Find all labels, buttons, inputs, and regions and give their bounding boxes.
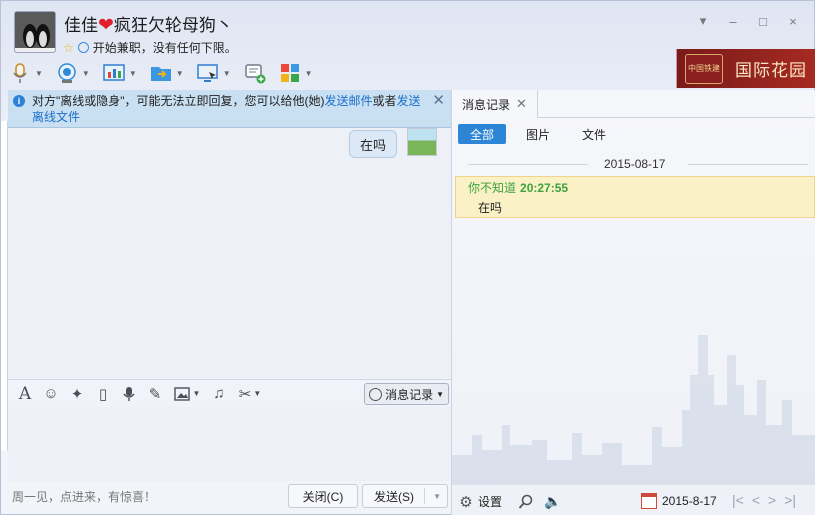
- settings-label[interactable]: 设置: [478, 493, 502, 510]
- emoji-icon[interactable]: ☺: [42, 385, 60, 403]
- calendar-icon[interactable]: [641, 493, 657, 509]
- signature-icon[interactable]: [77, 42, 89, 53]
- star-icon: ☆: [63, 40, 74, 55]
- gear-icon[interactable]: ⚙: [458, 494, 474, 511]
- remote-presentation-button[interactable]: ▼: [103, 62, 137, 84]
- self-avatar[interactable]: [407, 128, 437, 156]
- bottom-tip[interactable]: 周一见，点进来，有惊喜！: [12, 488, 156, 505]
- image-icon[interactable]: ▼: [172, 385, 202, 403]
- history-time: 20:27:55: [520, 181, 569, 195]
- prev-page-icon[interactable]: <: [752, 492, 760, 508]
- current-date[interactable]: 2015-8-17: [662, 494, 717, 508]
- menu-dropdown-button[interactable]: ▾: [688, 11, 718, 31]
- signature-text: 开始兼职，没有任何下限。: [92, 41, 237, 55]
- send-file-button[interactable]: ▼: [150, 62, 184, 84]
- send-email-link[interactable]: 发送邮件: [325, 94, 373, 108]
- message-list[interactable]: 在吗: [8, 128, 451, 378]
- tab-message-history[interactable]: 消息记录 ✕: [452, 90, 538, 118]
- apps-grid-icon: [280, 64, 299, 82]
- history-pager: |< < > >|: [732, 492, 796, 508]
- remote-desktop-button[interactable]: ▼: [196, 62, 231, 84]
- ad-logo: 中国铁建: [685, 53, 723, 84]
- history-filters: 全部 图片 文件: [458, 124, 626, 144]
- magic-wand-icon[interactable]: ✦: [68, 385, 86, 403]
- microphone-icon: [13, 63, 27, 83]
- date-separator: 2015-08-17: [460, 156, 808, 172]
- input-toolbar: A ☺ ✦ ▯ ✎ ▼ ♫ ✂ ▼ 消息记录 ▼: [8, 379, 451, 407]
- last-page-icon[interactable]: >|: [784, 492, 796, 508]
- webcam-icon: [58, 63, 76, 83]
- first-page-icon[interactable]: |<: [732, 492, 744, 508]
- info-icon: i: [13, 95, 25, 107]
- date-separator-text: 2015-08-17: [604, 157, 666, 171]
- ad-banner[interactable]: 中国铁建 国际花园: [676, 49, 815, 88]
- history-footer: ⚙ 设置 🔈 2015-8-17 |< < > >|: [452, 488, 815, 515]
- ad-title: 国际花园: [735, 61, 807, 80]
- history-message[interactable]: 你不知道 20:27:55 在吗: [455, 176, 815, 218]
- app-center-button[interactable]: ▼: [279, 62, 313, 84]
- message-history-label: 消息记录: [385, 387, 434, 402]
- message-input[interactable]: [8, 407, 451, 481]
- voice-call-button[interactable]: ▼: [9, 62, 43, 84]
- contact-signature: ☆ 开始兼职，没有任何下限。: [63, 39, 237, 56]
- edit-icon[interactable]: ✎: [146, 385, 164, 403]
- history-sender-name: 你不知道: [468, 181, 517, 195]
- chat-message-bubble[interactable]: 在吗: [348, 130, 397, 158]
- filter-files[interactable]: 文件: [570, 124, 618, 144]
- chevron-down-icon: ▼: [35, 68, 43, 78]
- maximize-button[interactable]: □: [748, 11, 778, 31]
- background-window-edge: [1, 121, 8, 451]
- clock-icon: [369, 387, 383, 401]
- chevron-down-icon: ▼: [128, 68, 137, 78]
- shake-window-icon[interactable]: ▯: [94, 385, 112, 403]
- minimize-button[interactable]: –: [718, 11, 748, 31]
- screenshot-scissors-icon[interactable]: ✂ ▼: [236, 385, 264, 403]
- next-page-icon[interactable]: >: [768, 492, 776, 508]
- heart-icon: ❤: [98, 15, 114, 36]
- filter-images[interactable]: 图片: [514, 124, 562, 144]
- chat-add-icon: [244, 64, 266, 84]
- chart-screen-icon: [103, 64, 125, 81]
- notice-text: 对方"离线或隐身"，可能无法立即回复，您可以给他(她): [32, 94, 325, 108]
- contact-name[interactable]: 佳佳❤疯狂欠轮母狗丶: [64, 11, 233, 37]
- chevron-down-icon: ▼: [436, 389, 444, 399]
- history-tabs: 消息记录 ✕: [452, 90, 815, 118]
- filter-all[interactable]: 全部: [458, 124, 506, 144]
- chevron-down-icon: ▼: [304, 68, 313, 78]
- close-chat-button[interactable]: 关闭(C): [288, 484, 358, 508]
- create-discussion-button[interactable]: [244, 62, 266, 84]
- chevron-down-icon: ▼: [81, 68, 90, 78]
- offline-notice: i 对方"离线或隐身"，可能无法立即回复，您可以给他(她)发送邮件或者发送离线文…: [8, 90, 451, 128]
- contact-avatar[interactable]: [14, 11, 56, 53]
- search-icon[interactable]: [518, 494, 534, 510]
- contact-name-suffix: 疯狂欠轮母狗丶: [113, 16, 233, 35]
- notice-or-text: 或者: [372, 94, 397, 108]
- message-history-button[interactable]: 消息记录 ▼: [364, 383, 449, 405]
- close-icon[interactable]: ✕: [432, 93, 445, 109]
- chevron-down-icon: ▼: [175, 68, 184, 78]
- close-tab-icon[interactable]: ✕: [516, 96, 527, 112]
- chat-window: 佳佳❤疯狂欠轮母狗丶 ☆ 开始兼职，没有任何下限。 ▾ – □ × ▼ ▼ ▼ …: [0, 0, 815, 515]
- history-sender: 你不知道 20:27:55: [468, 179, 568, 196]
- font-icon[interactable]: A: [16, 384, 34, 404]
- folder-transfer-icon: [150, 67, 171, 81]
- speaker-icon[interactable]: 🔈: [544, 493, 561, 510]
- music-icon[interactable]: ♫: [210, 385, 228, 403]
- chevron-down-icon: ▼: [222, 68, 231, 78]
- history-panel: 消息记录 ✕ 全部 图片 文件 2015-08-17 你不知道 20:27:55 …: [451, 90, 815, 515]
- video-call-button[interactable]: ▼: [56, 62, 90, 84]
- close-window-button[interactable]: ×: [778, 11, 808, 31]
- skyline-background: [452, 335, 815, 485]
- monitor-icon: [196, 64, 218, 82]
- tab-label: 消息记录: [462, 97, 511, 112]
- window-controls: ▾ – □ ×: [688, 11, 808, 31]
- voice-message-icon[interactable]: [120, 385, 138, 403]
- contact-name-prefix: 佳佳: [64, 16, 98, 35]
- send-options-chevron-icon[interactable]: ▼: [433, 492, 441, 501]
- history-text: 在吗: [478, 201, 503, 215]
- send-button[interactable]: 发送(S) ▼: [362, 484, 448, 508]
- chat-toolbar: ▼ ▼ ▼ ▼ ▼ ▼: [9, 59, 326, 87]
- send-label: 发送(S): [374, 489, 414, 504]
